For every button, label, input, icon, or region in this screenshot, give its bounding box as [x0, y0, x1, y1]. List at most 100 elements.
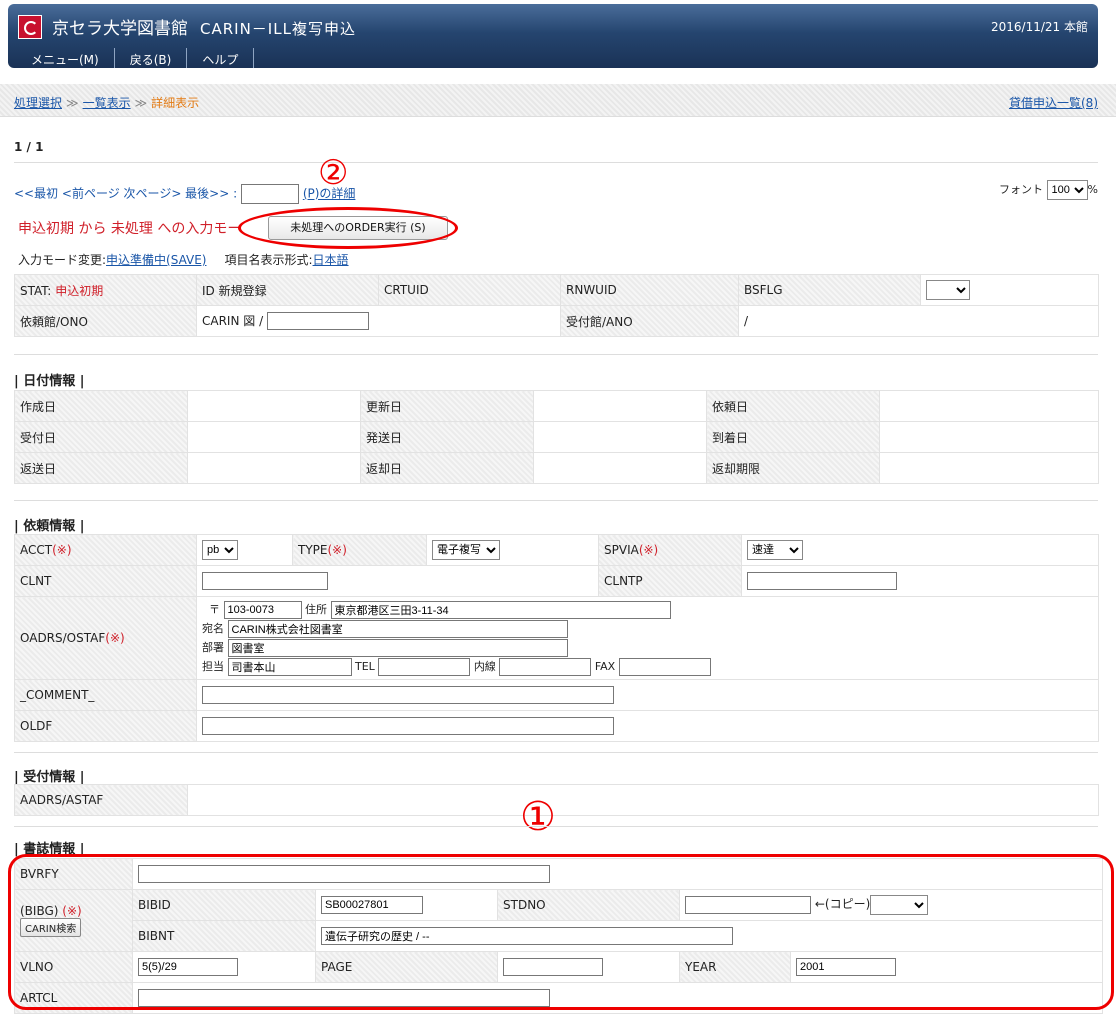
return-due-value — [879, 452, 1099, 484]
received-date-value — [187, 421, 361, 453]
spvia-label: SPVIA — [604, 543, 639, 557]
acct-select[interactable]: pb — [202, 540, 238, 560]
oldf-label: OLDF — [14, 710, 197, 742]
app-title: 京セラ大学図書館 CARIN－ILL複写申込 — [52, 14, 356, 39]
clntp-label: CLNTP — [598, 565, 742, 597]
date-section-title: | 日付情報 | — [14, 374, 85, 389]
updated-date-label: 更新日 — [360, 390, 534, 422]
aadrs-value — [187, 784, 1099, 816]
status-table: STAT: 申込初期 ID 新規登録 CRTUID RNWUID BSFLG 依頼館/O… — [14, 274, 1099, 337]
crumb-sep: ≫ — [66, 96, 79, 110]
required-mark: (※) — [52, 543, 72, 557]
crumb-process-select[interactable]: 処理選択 — [14, 96, 62, 110]
receive-section-title: | 受付情報 | — [14, 770, 85, 785]
acct-label: ACCT — [20, 543, 53, 557]
annotation-two: ② — [318, 153, 349, 193]
type-select[interactable]: 電子複写 — [432, 540, 500, 560]
divider — [14, 354, 1098, 355]
created-date-value — [187, 390, 361, 422]
nav-links[interactable]: <<最初 <前ページ 次ページ> 最後>> : — [14, 187, 237, 201]
ano-value: / — [738, 305, 1099, 337]
mode-text: 申込初期 から 未処理 への入力モー — [18, 221, 242, 237]
oadrs-cell: OADRS/OSTAF(※) — [14, 596, 197, 680]
department-label: 部署 — [202, 641, 224, 654]
return-sent-date-label: 返送日 — [14, 452, 188, 484]
library-name: 京セラ大学図書館 — [52, 19, 188, 39]
department-input[interactable] — [227, 639, 568, 657]
app-header: 京セラ大学図書館 CARIN－ILL複写申込 2016/11/21 本館 メニュー… — [8, 4, 1098, 68]
loan-request-list-link[interactable]: 貸借申込一覧(8) — [1009, 94, 1098, 111]
oadrs-label: OADRS/OSTAF — [20, 631, 106, 645]
staff-label: 担当 — [202, 660, 224, 673]
type-cell: TYPE(※) — [292, 534, 427, 566]
menu-item-menu[interactable]: メニュー(M) — [16, 48, 115, 68]
divider — [14, 752, 1098, 753]
required-mark: (※) — [327, 543, 347, 557]
zip-input[interactable] — [223, 601, 302, 619]
mode-change-label: 入力モード変更: — [18, 253, 107, 267]
request-section-title: | 依頼情報 | — [14, 519, 85, 534]
returned-date-value — [533, 452, 707, 484]
updated-date-value — [533, 390, 707, 422]
arrival-date-label: 到着日 — [706, 421, 880, 453]
recipient-input[interactable] — [227, 620, 568, 638]
record-nav: <<最初 <前ページ 次ページ> 最後>> : (P)の詳細 — [14, 184, 355, 204]
font-size-select[interactable]: 100 — [1046, 180, 1088, 200]
spvia-select[interactable]: 速達 — [747, 540, 803, 560]
returned-date-label: 返却日 — [360, 452, 534, 484]
font-pct: % — [1087, 183, 1098, 196]
crumb-list[interactable]: 一覧表示 — [83, 96, 131, 110]
ano-label: 受付館/ANO — [560, 305, 739, 337]
spvia-cell: SPVIA(※) — [598, 534, 742, 566]
ono-input[interactable] — [266, 312, 369, 331]
bsflg-cell — [920, 274, 1099, 306]
divider — [14, 500, 1098, 501]
tel-input[interactable] — [378, 658, 471, 676]
extension-input[interactable] — [499, 658, 592, 676]
annotation-one: ① — [520, 794, 556, 840]
menu-item-back[interactable]: 戻る(B) — [115, 48, 188, 68]
acct-cell: ACCT(※) — [14, 534, 197, 566]
stat-cell: STAT: 申込初期 — [14, 274, 197, 306]
date-table: 作成日 更新日 依頼日 受付日 発送日 到着日 返送日 返却日 返却期限 — [14, 390, 1099, 484]
bsflg-select[interactable] — [926, 280, 970, 300]
page-number-input[interactable] — [240, 184, 299, 204]
request-date-value — [879, 390, 1099, 422]
created-date-label: 作成日 — [14, 390, 188, 422]
staff-input[interactable] — [227, 658, 352, 676]
ono-cell: CARIN 図 / — [196, 305, 561, 337]
clnt-input[interactable] — [202, 572, 328, 590]
menu-bar: メニュー(M) 戻る(B) ヘルプ — [16, 48, 256, 68]
comment-input[interactable] — [202, 686, 614, 704]
comment-label: _COMMENT_ — [14, 679, 197, 711]
menu-item-help[interactable]: ヘルプ — [187, 48, 255, 68]
font-control: フォント 100% — [999, 180, 1098, 200]
received-date-label: 受付日 — [14, 421, 188, 453]
request-table: ACCT(※) pb TYPE(※) 電子複写 SPVIA(※) 速達 CLNT CLNTP… — [14, 534, 1099, 742]
spvia-value-cell: 速達 — [741, 534, 1099, 566]
recipient-label: 宛名 — [202, 622, 224, 635]
shipped-date-label: 発送日 — [360, 421, 534, 453]
bsflg-label: BSFLG — [738, 274, 921, 306]
stat-value: 申込初期 — [55, 283, 104, 298]
system-name: CARIN－ILL複写申込 — [200, 20, 356, 38]
breadcrumb: 処理選択 ≫ 一覧表示 ≫ 詳細表示 貸借申込一覧(8) — [0, 84, 1116, 117]
oldf-cell — [196, 710, 1099, 742]
oldf-input[interactable] — [202, 717, 614, 735]
clntp-input[interactable] — [747, 572, 897, 590]
receive-table: AADRS/ASTAF — [14, 784, 1099, 816]
divider — [14, 826, 1098, 827]
ono-label: 依頼館/ONO — [14, 305, 197, 337]
address-input[interactable] — [330, 601, 671, 619]
annotation-circle-two — [238, 207, 458, 249]
fax-input[interactable] — [618, 658, 711, 676]
ono-prefix: CARIN 図 / — [202, 313, 264, 328]
japanese-link[interactable]: 日本語 — [313, 253, 349, 267]
page-indicator: 1 / 1 — [14, 140, 44, 154]
header-date: 2016/11/21 本館 — [991, 20, 1088, 34]
address-label: 住所 — [305, 603, 327, 616]
fax-label: FAX — [594, 660, 616, 673]
save-mode-link[interactable]: 申込準備中(SAVE) — [106, 253, 206, 267]
acct-value-cell: pb — [196, 534, 293, 566]
request-date-label: 依頼日 — [706, 390, 880, 422]
